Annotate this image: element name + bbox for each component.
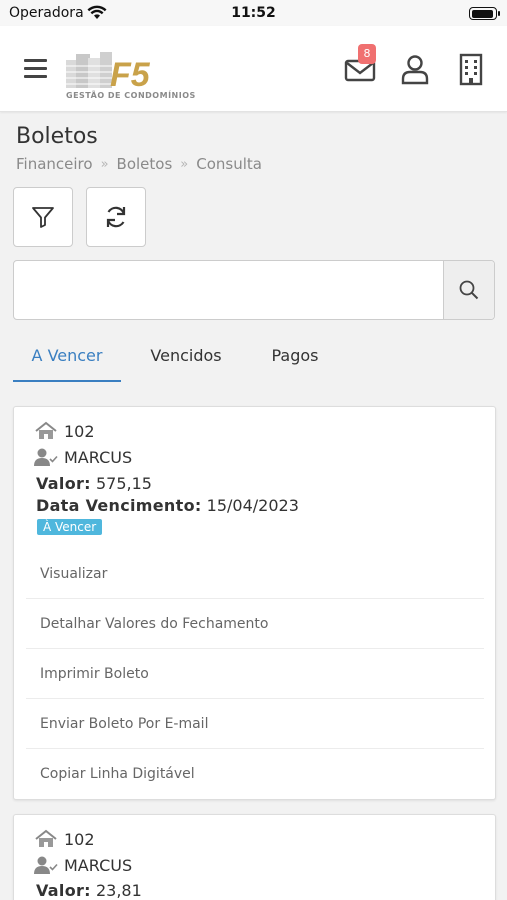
action-enviar-email[interactable]: Enviar Boleto Por E-mail [26,699,484,749]
unit-number: 102 [64,421,95,441]
search-bar [13,260,495,320]
boleto-card: 102 MARCUS Valor: 23,81 [13,814,496,900]
action-imprimir-boleto[interactable]: Imprimir Boleto [26,649,484,699]
profile-button[interactable] [398,52,432,86]
app-header: F5 GESTÃO DE CONDOMÍNIOS 8 [0,26,507,112]
valor-value: 575,15 [95,474,152,493]
home-icon [35,829,57,847]
status-badge: À Vencer [37,519,103,535]
breadcrumb-item[interactable]: Financeiro [16,155,93,173]
logo-text: F5 [110,56,151,94]
search-icon [459,280,479,300]
tab-pagos[interactable]: Pagos [259,336,331,382]
tab-a-vencer[interactable]: A Vencer [13,336,121,382]
breadcrumb-separator-icon: » [180,156,189,172]
mail-badge: 8 [358,44,376,64]
boleto-card: 102 MARCUS Valor: 575,15 Data Vencimento… [13,406,496,800]
resident-name: MARCUS [64,855,133,875]
battery-icon [469,7,500,20]
page-title: Boletos [16,124,98,149]
valor-row: Valor: 575,15 [36,474,152,493]
tab-vencidos[interactable]: Vencidos [139,336,233,382]
unit-number: 102 [64,829,95,849]
status-bar: Operadora 11:52 [0,0,507,26]
unit-row: 102 [34,421,95,441]
logo-subtitle: GESTÃO DE CONDOMÍNIOS [66,91,196,100]
resident-name: MARCUS [64,447,133,467]
user-check-icon [34,448,58,466]
valor-value: 23,81 [95,881,142,900]
breadcrumb-item[interactable]: Boletos [117,155,173,173]
vencimento-row: Data Vencimento: 15/04/2023 [36,496,299,515]
building-icon [459,53,483,86]
search-input[interactable] [14,261,444,319]
resident-row: MARCUS [34,447,132,467]
breadcrumb-separator-icon: » [100,156,109,172]
action-copiar-linha[interactable]: Copiar Linha Digitável [26,749,484,799]
vencimento-value: 15/04/2023 [206,496,299,515]
refresh-button[interactable] [86,187,146,247]
valor-label: Valor: [36,474,91,493]
valor-row: Valor: 23,81 [36,881,142,900]
resident-row: MARCUS [34,855,132,875]
refresh-icon [106,206,126,228]
filter-button[interactable] [13,187,73,247]
breadcrumb: Financeiro » Boletos » Consulta [16,155,262,173]
search-button[interactable] [443,261,494,319]
condominium-button[interactable] [454,52,488,86]
home-icon [35,421,57,439]
vencimento-label: Data Vencimento: [36,496,202,515]
clock: 11:52 [231,5,276,21]
action-detalhar-valores[interactable]: Detalhar Valores do Fechamento [26,599,484,649]
action-visualizar[interactable]: Visualizar [26,549,484,599]
hamburger-menu-icon[interactable] [24,59,48,79]
status-tabs: A Vencer Vencidos Pagos [13,336,495,382]
user-icon [401,55,429,85]
valor-label: Valor: [36,881,91,900]
user-check-icon [34,856,58,874]
filter-icon [32,207,54,228]
unit-row: 102 [34,829,95,849]
boleto-actions: Visualizar Detalhar Valores do Fechament… [26,549,484,799]
breadcrumb-item: Consulta [196,155,262,173]
